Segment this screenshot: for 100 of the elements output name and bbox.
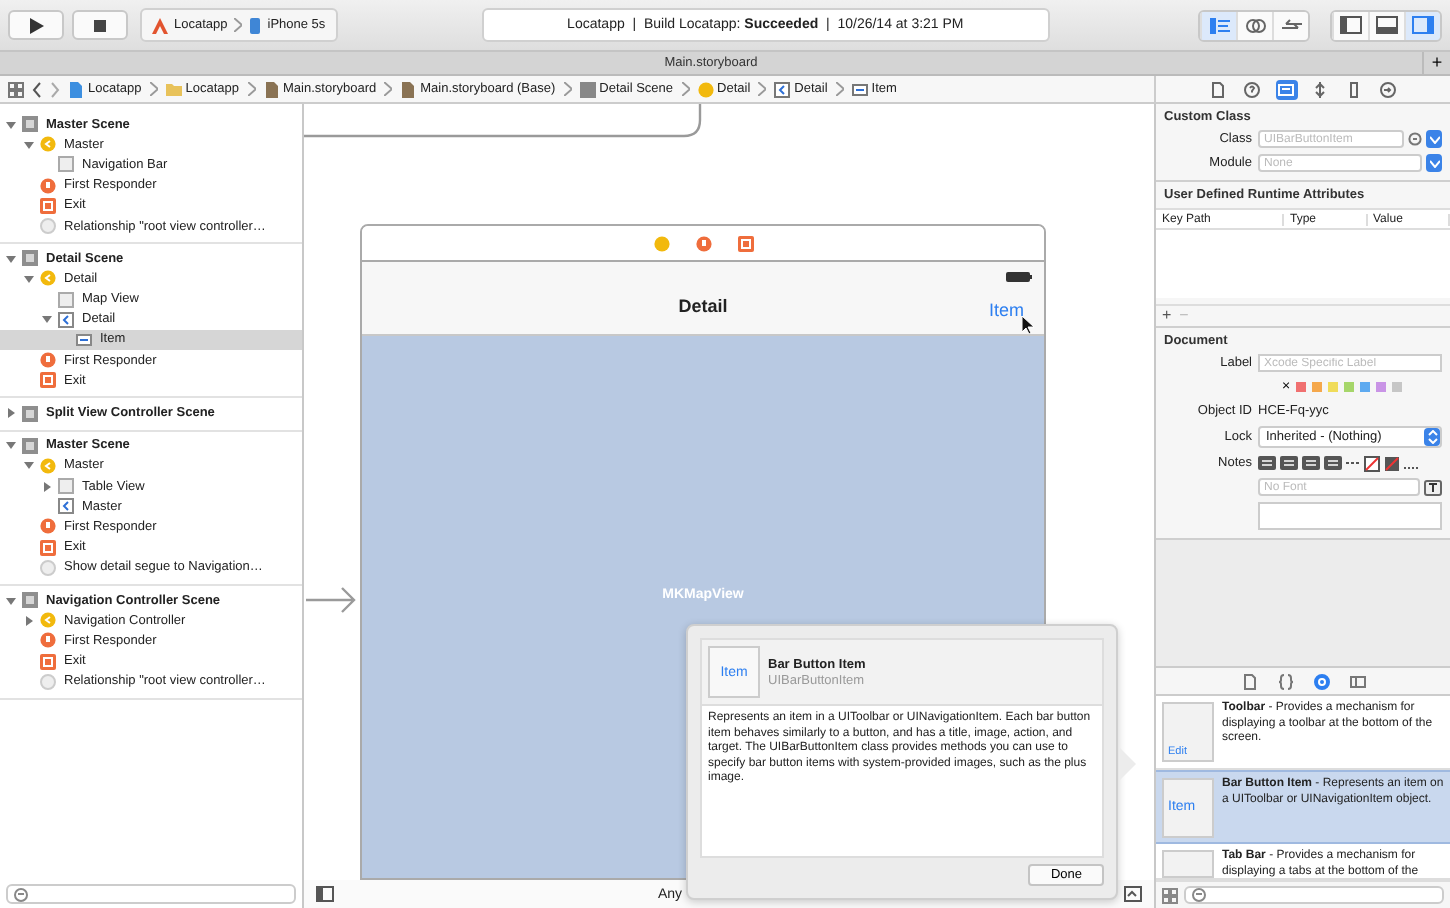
filter-icon [14, 887, 28, 901]
color-swatch[interactable] [1296, 382, 1307, 392]
disclosure-triangle-icon[interactable] [6, 408, 16, 419]
connections-inspector-tab[interactable] [1377, 79, 1399, 99]
navitem-icon [58, 311, 74, 328]
chevron-icon [149, 82, 158, 96]
play-icon [29, 17, 43, 33]
align-icon[interactable] [1258, 456, 1276, 470]
sidebar-toggle-icon[interactable] [316, 886, 334, 902]
exit-icon [40, 197, 56, 214]
storyboard-icon [263, 81, 279, 97]
chevron-icon [681, 82, 690, 96]
standard-editor-button[interactable] [1200, 11, 1236, 39]
run-button[interactable] [8, 10, 64, 40]
media-library-tab[interactable] [1348, 672, 1366, 690]
color-well-icon[interactable] [1384, 455, 1400, 471]
exit-icon [40, 372, 56, 389]
stop-button[interactable] [72, 10, 128, 40]
chevron-icon [247, 82, 255, 96]
app-icon [152, 17, 168, 33]
file-icon [1241, 673, 1257, 689]
library-filter-field[interactable] [1184, 886, 1444, 904]
navigation-title: Detail [678, 296, 728, 316]
view-icon [58, 478, 74, 495]
responder-icon [40, 518, 56, 535]
stepper-icon [1427, 430, 1437, 444]
assistant-editor-button[interactable] [1236, 11, 1272, 39]
code-library-tab[interactable] [1276, 672, 1294, 690]
disclosure-triangle-icon[interactable] [24, 460, 34, 471]
controller-icon [40, 270, 56, 287]
color-swatch[interactable] [1392, 382, 1403, 392]
dropdown-button[interactable] [1426, 130, 1442, 148]
baritem-icon [851, 81, 868, 97]
filter-field[interactable] [6, 884, 296, 904]
color-swatch[interactable] [1344, 382, 1355, 392]
disclosure-triangle-icon[interactable] [24, 139, 34, 150]
chevron-icon [563, 82, 572, 96]
disclosure-triangle-icon[interactable] [42, 314, 52, 325]
navitem-icon [774, 81, 791, 97]
segue-icon [40, 673, 56, 690]
chevron-icon [758, 82, 767, 96]
disclosure-triangle-icon[interactable] [6, 253, 16, 264]
object-icon [1313, 673, 1329, 689]
color-well-icon[interactable] [1364, 455, 1380, 471]
back-icon[interactable] [32, 81, 42, 97]
utilities-panel-button[interactable] [1404, 11, 1440, 39]
object-library-tab[interactable] [1312, 672, 1330, 690]
align-icon[interactable] [1302, 456, 1320, 470]
segue-icon [40, 559, 56, 576]
color-swatch[interactable] [1328, 382, 1339, 392]
disclosure-triangle-icon[interactable] [24, 273, 34, 284]
color-swatch[interactable] [1360, 382, 1371, 392]
filter-icon [1192, 888, 1206, 902]
scene-icon [22, 592, 38, 609]
version-editor-button[interactable] [1272, 11, 1308, 39]
panel-layout-icon [1376, 16, 1398, 34]
disclosure-triangle-icon[interactable] [24, 615, 34, 626]
connections-icon [1380, 81, 1396, 97]
resolve-layout-icon[interactable] [1124, 886, 1142, 902]
file-inspector-tab[interactable] [1207, 79, 1229, 99]
exit-icon [40, 539, 56, 556]
battery-icon [1006, 272, 1032, 282]
color-swatch[interactable] [1376, 382, 1387, 392]
arrow-circle-icon[interactable] [1408, 132, 1422, 146]
disclosure-triangle-icon[interactable] [42, 481, 52, 492]
first-responder-icon[interactable] [695, 235, 711, 251]
responder-icon [40, 632, 56, 649]
add-button[interactable]: + [1162, 308, 1172, 324]
identity-inspector-tab[interactable] [1275, 79, 1297, 99]
exit-icon[interactable] [737, 235, 753, 251]
help-inspector-tab[interactable] [1241, 79, 1263, 99]
disclosure-triangle-icon[interactable] [6, 440, 16, 451]
font-icon[interactable] [1424, 479, 1442, 495]
view-icon [58, 156, 74, 173]
file-library-tab[interactable] [1240, 672, 1258, 690]
scene-icon [22, 250, 38, 267]
attributes-icon [1312, 81, 1328, 97]
panel-layout-icon [1412, 16, 1434, 34]
align-icon[interactable] [1324, 456, 1342, 470]
controller-icon [40, 457, 56, 474]
align-icon[interactable] [1280, 456, 1298, 470]
stepper-button[interactable] [1424, 428, 1440, 446]
debug-panel-button[interactable] [1368, 11, 1404, 39]
bar-button-item[interactable]: Item [988, 300, 1024, 320]
related-items-icon[interactable] [8, 81, 24, 97]
caret-icon [1429, 135, 1439, 143]
navigator-panel-button[interactable] [1332, 11, 1368, 39]
line-icon[interactable] [1346, 456, 1360, 470]
view-icon [58, 291, 74, 308]
controller-icon [40, 612, 56, 629]
disclosure-triangle-icon[interactable] [6, 119, 16, 130]
color-swatch[interactable] [1312, 382, 1323, 392]
disclosure-triangle-icon[interactable] [6, 595, 16, 606]
segue-arrow [306, 586, 358, 614]
project-icon [68, 81, 84, 97]
attributes-inspector-tab[interactable] [1309, 79, 1331, 99]
grid-view-icon[interactable] [1162, 887, 1178, 903]
caret-icon [1429, 159, 1439, 167]
segue-icon [40, 218, 56, 235]
dropdown-button[interactable] [1426, 154, 1442, 172]
